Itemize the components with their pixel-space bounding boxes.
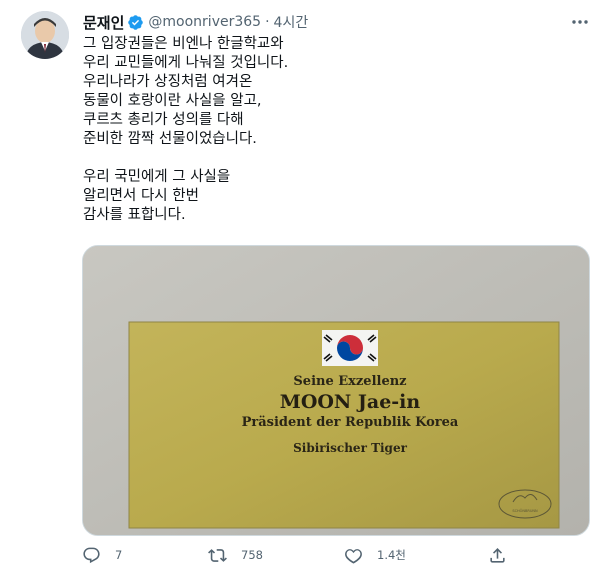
tweet-text-line: 우리 국민에게 그 사실을 [83, 169, 231, 185]
share-icon [490, 547, 505, 563]
certificate-line-2: MOON Jae-in [280, 391, 421, 413]
author-handle[interactable]: @moonriver365 [148, 14, 261, 30]
author-name[interactable]: 문재인 [83, 12, 124, 33]
tweet-actions: 7 758 1.4천 [0, 540, 604, 570]
tweet-text-line: 우리 교민들에게 나눠질 것입니다. [83, 55, 289, 71]
like-count: 1.4천 [377, 548, 406, 562]
reply-icon [83, 547, 100, 563]
timestamp[interactable]: 4시간 [274, 12, 309, 32]
tweet-header: 문재인 @moonriver365 · 4시간 [83, 12, 308, 32]
tweet-text-line: 준비한 깜짝 선물이었습니다. [83, 131, 257, 147]
certificate-line-1: Seine Exzellenz [293, 374, 406, 389]
verified-badge-icon [128, 14, 144, 30]
tweet[interactable]: 문재인 @moonriver365 · 4시간 그 입장권들은 비엔나 한글학교… [0, 0, 604, 586]
avatar[interactable] [21, 11, 69, 59]
tweet-text-line: 알리면서 다시 한번 [83, 188, 199, 204]
avatar-image [21, 11, 69, 59]
retweet-count: 758 [241, 548, 263, 562]
photo-certificate: Seine Exzellenz MOON Jae-in Präsident de… [83, 246, 589, 535]
stamp-text: SCHÖNBRUNN [512, 508, 538, 513]
tweet-text-line: 쿠르츠 총리가 성의를 다해 [83, 112, 244, 128]
tweet-text-line: 동물이 호랑이란 사실을 알고, [83, 93, 262, 109]
tweet-text-line: 그 입장권들은 비엔나 한글학교와 [83, 36, 284, 52]
tweet-media-photo[interactable]: Seine Exzellenz MOON Jae-in Präsident de… [82, 245, 590, 536]
reply-button[interactable]: 7 [82, 540, 122, 570]
tweet-text: 그 입장권들은 비엔나 한글학교와 우리 교민들에게 나눠질 것입니다. 우리나… [83, 35, 573, 225]
certificate-line-3: Präsident der Republik Korea [242, 415, 459, 430]
tweet-text-line: 감사를 표합니다. [83, 207, 186, 223]
retweet-button[interactable]: 758 [208, 540, 263, 570]
korean-flag-icon [322, 330, 378, 366]
more-options-button[interactable] [570, 12, 590, 32]
retweet-icon [208, 548, 227, 562]
like-button[interactable]: 1.4천 [344, 540, 406, 570]
share-button[interactable] [488, 540, 507, 570]
tweet-text-line: 우리나라가 상징처럼 여겨온 [83, 74, 253, 90]
separator-dot: · [265, 14, 270, 30]
heart-icon [345, 548, 362, 564]
more-dots-icon [572, 20, 588, 24]
certificate-line-4: Sibirischer Tiger [293, 441, 407, 455]
reply-count: 7 [115, 548, 123, 562]
